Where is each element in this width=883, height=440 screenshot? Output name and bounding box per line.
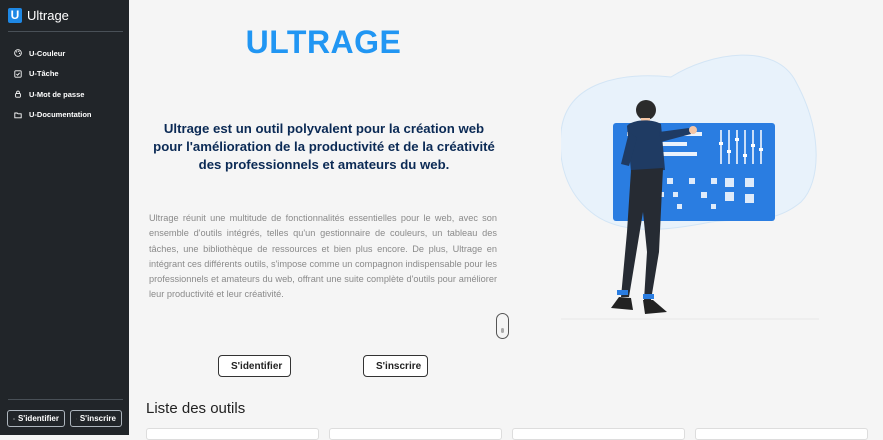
sidebar-signup-button[interactable]: S'inscrire <box>70 410 122 427</box>
signup-button[interactable]: S'inscrire <box>363 355 428 377</box>
tool-card[interactable] <box>512 428 685 440</box>
palette-icon <box>14 49 22 57</box>
login-button[interactable]: S'identifier <box>218 355 291 377</box>
user-plus-icon <box>76 415 77 423</box>
description: Ultrage réunit une multitude de fonction… <box>149 211 497 303</box>
sidebar-item-label: U-Couleur <box>29 49 65 58</box>
tools-section-title: Liste des outils <box>146 400 245 417</box>
tagline: Ultrage est un outil polyvalent pour la … <box>149 120 499 174</box>
brand[interactable]: U Ultrage <box>8 8 69 23</box>
brand-logo: U <box>8 8 22 23</box>
sidebar-nav: U-Couleur U-Tâche U-Mot de passe U-Docum… <box>14 43 92 125</box>
sidebar-item-label: U-Documentation <box>29 110 92 119</box>
sidebar-login-label: S'identifier <box>18 414 59 423</box>
scroll-down-indicator[interactable] <box>496 313 509 339</box>
sidebar-item-documentation[interactable]: U-Documentation <box>14 105 92 126</box>
brand-name: Ultrage <box>27 8 69 23</box>
main-content: ULTRAGE Ultrage est un outil polyvalent … <box>129 0 883 435</box>
page-title: ULTRAGE <box>241 24 406 61</box>
scroll-dot <box>501 328 504 333</box>
login-label: S'identifier <box>231 361 282 372</box>
sidebar-item-label: U-Tâche <box>29 69 59 78</box>
sidebar-divider <box>8 31 123 32</box>
sidebar-divider <box>8 399 123 400</box>
checkbox-icon <box>14 70 22 78</box>
sidebar-login-button[interactable]: S'identifier <box>7 410 65 427</box>
tool-card[interactable] <box>146 428 319 440</box>
sidebar-item-label: U-Mot de passe <box>29 90 84 99</box>
sidebar: U Ultrage U-Couleur U-Tâche U-Mot de pas… <box>0 0 129 435</box>
tool-card[interactable] <box>695 428 868 440</box>
sidebar-item-couleur[interactable]: U-Couleur <box>14 43 92 64</box>
sidebar-signup-label: S'inscrire <box>80 414 116 423</box>
lock-icon <box>14 90 22 98</box>
user-icon <box>13 415 15 423</box>
sidebar-item-tache[interactable]: U-Tâche <box>14 64 92 85</box>
sidebar-item-mot-de-passe[interactable]: U-Mot de passe <box>14 84 92 105</box>
hero-illustration <box>561 52 819 322</box>
signup-label: S'inscrire <box>376 361 421 372</box>
tool-card[interactable] <box>329 428 502 440</box>
folder-icon <box>14 111 22 119</box>
